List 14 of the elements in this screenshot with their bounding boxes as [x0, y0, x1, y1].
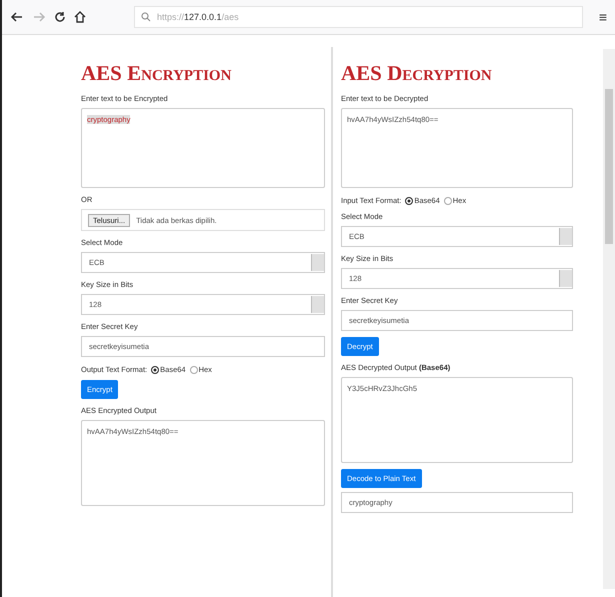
address-bar[interactable]: https://127.0.0.1/aes — [134, 6, 583, 28]
scrollbar[interactable] — [603, 49, 615, 589]
radio-button[interactable] — [405, 196, 414, 204]
section-title: AES Decryption — [341, 61, 493, 86]
reload-icon[interactable] — [54, 11, 66, 23]
back-icon[interactable] — [10, 10, 24, 24]
section-title: AES Encryption — [81, 61, 232, 86]
scrollbar-thumb[interactable] — [605, 89, 613, 244]
menu-icon[interactable]: ≡ — [598, 9, 607, 25]
radio-button[interactable] — [151, 366, 160, 374]
radio-button[interactable] — [190, 366, 198, 374]
search-icon — [141, 12, 151, 22]
radio-button[interactable] — [444, 196, 452, 204]
home-icon[interactable] — [74, 11, 86, 23]
